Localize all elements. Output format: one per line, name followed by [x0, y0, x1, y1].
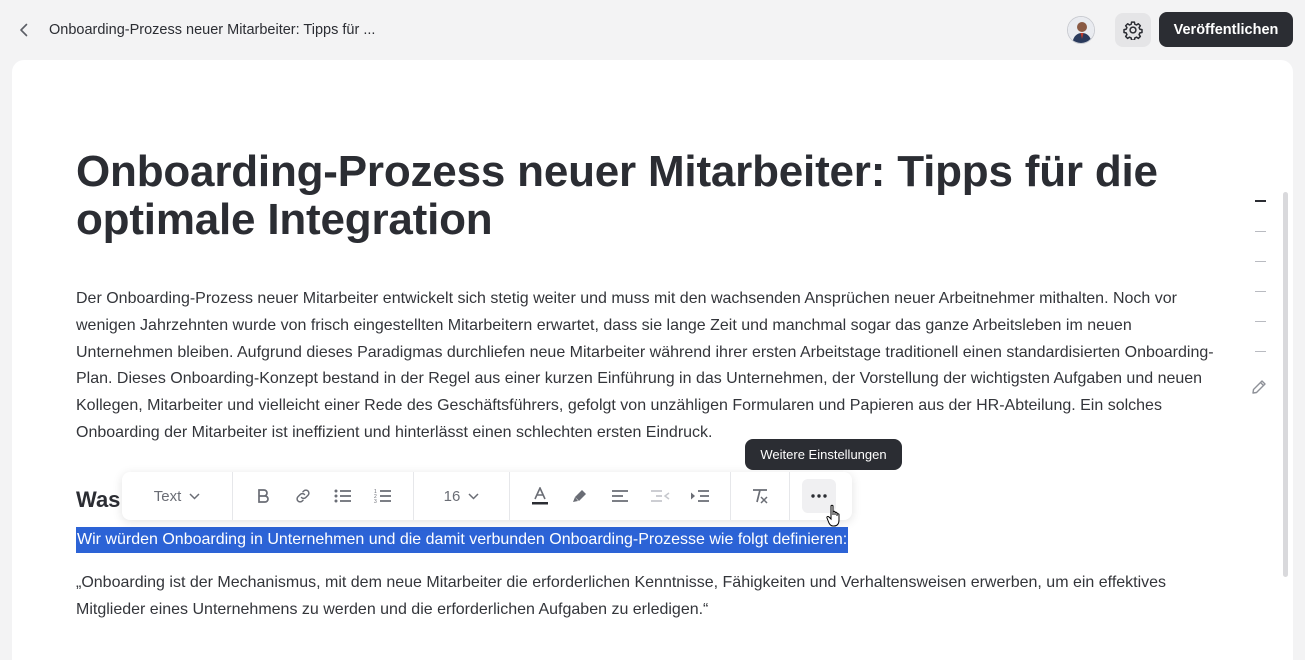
hand-cursor-icon	[826, 504, 840, 527]
bold-icon[interactable]	[243, 472, 283, 520]
intro-paragraph[interactable]: Der Onboarding-Prozess neuer Mitarbeiter…	[76, 286, 1224, 447]
block-type-dropdown[interactable]: Text	[122, 472, 232, 520]
text-color-icon[interactable]	[520, 472, 560, 520]
outline-marker[interactable]	[1255, 230, 1266, 232]
block-type-label: Text	[153, 487, 182, 505]
font-size-dropdown[interactable]: 16	[414, 472, 509, 520]
editor-page: Onboarding-Prozess neuer Mitarbeiter: Ti…	[12, 60, 1293, 660]
numbered-list-icon[interactable]: 123	[363, 472, 403, 520]
document-outline	[1255, 200, 1266, 381]
svg-text:3: 3	[374, 499, 377, 504]
avatar[interactable]	[1067, 16, 1095, 44]
outline-marker[interactable]	[1255, 260, 1266, 262]
outline-marker[interactable]	[1255, 350, 1266, 352]
gear-icon	[1123, 21, 1143, 40]
section-heading[interactable]: Was	[76, 487, 120, 513]
scrollbar[interactable]	[1283, 192, 1288, 577]
outdent-icon[interactable]	[640, 472, 680, 520]
quote-paragraph[interactable]: „Onboarding ist der Mechanismus, mit dem…	[76, 570, 1224, 624]
highlighter-icon[interactable]	[560, 472, 600, 520]
article-title[interactable]: Onboarding-Prozess neuer Mitarbeiter: Ti…	[76, 148, 1226, 244]
pencil-icon[interactable]	[1250, 378, 1268, 401]
outline-marker[interactable]	[1255, 200, 1266, 202]
settings-button[interactable]	[1115, 13, 1151, 47]
top-bar: Onboarding-Prozess neuer Mitarbeiter: Ti…	[0, 0, 1305, 60]
font-size-value: 16	[443, 487, 461, 505]
clear-formatting-icon[interactable]	[731, 472, 789, 520]
selected-paragraph[interactable]: Wir würden Onboarding in Unternehmen und…	[76, 527, 849, 553]
indent-icon[interactable]	[680, 472, 720, 520]
more-options-tooltip: Weitere Einstellungen	[745, 439, 902, 470]
publish-button[interactable]: Veröffentlichen	[1159, 12, 1293, 47]
align-left-icon[interactable]	[600, 472, 640, 520]
breadcrumb-title: Onboarding-Prozess neuer Mitarbeiter: Ti…	[49, 22, 376, 38]
outline-marker[interactable]	[1255, 320, 1266, 322]
link-icon[interactable]	[283, 472, 323, 520]
outline-marker[interactable]	[1255, 290, 1266, 292]
formatting-toolbar: Text 123 16	[122, 472, 852, 520]
bullet-list-icon[interactable]	[323, 472, 363, 520]
chevron-down-icon	[468, 492, 479, 500]
chevron-down-icon	[189, 492, 200, 500]
back-arrow-icon[interactable]	[14, 19, 34, 41]
